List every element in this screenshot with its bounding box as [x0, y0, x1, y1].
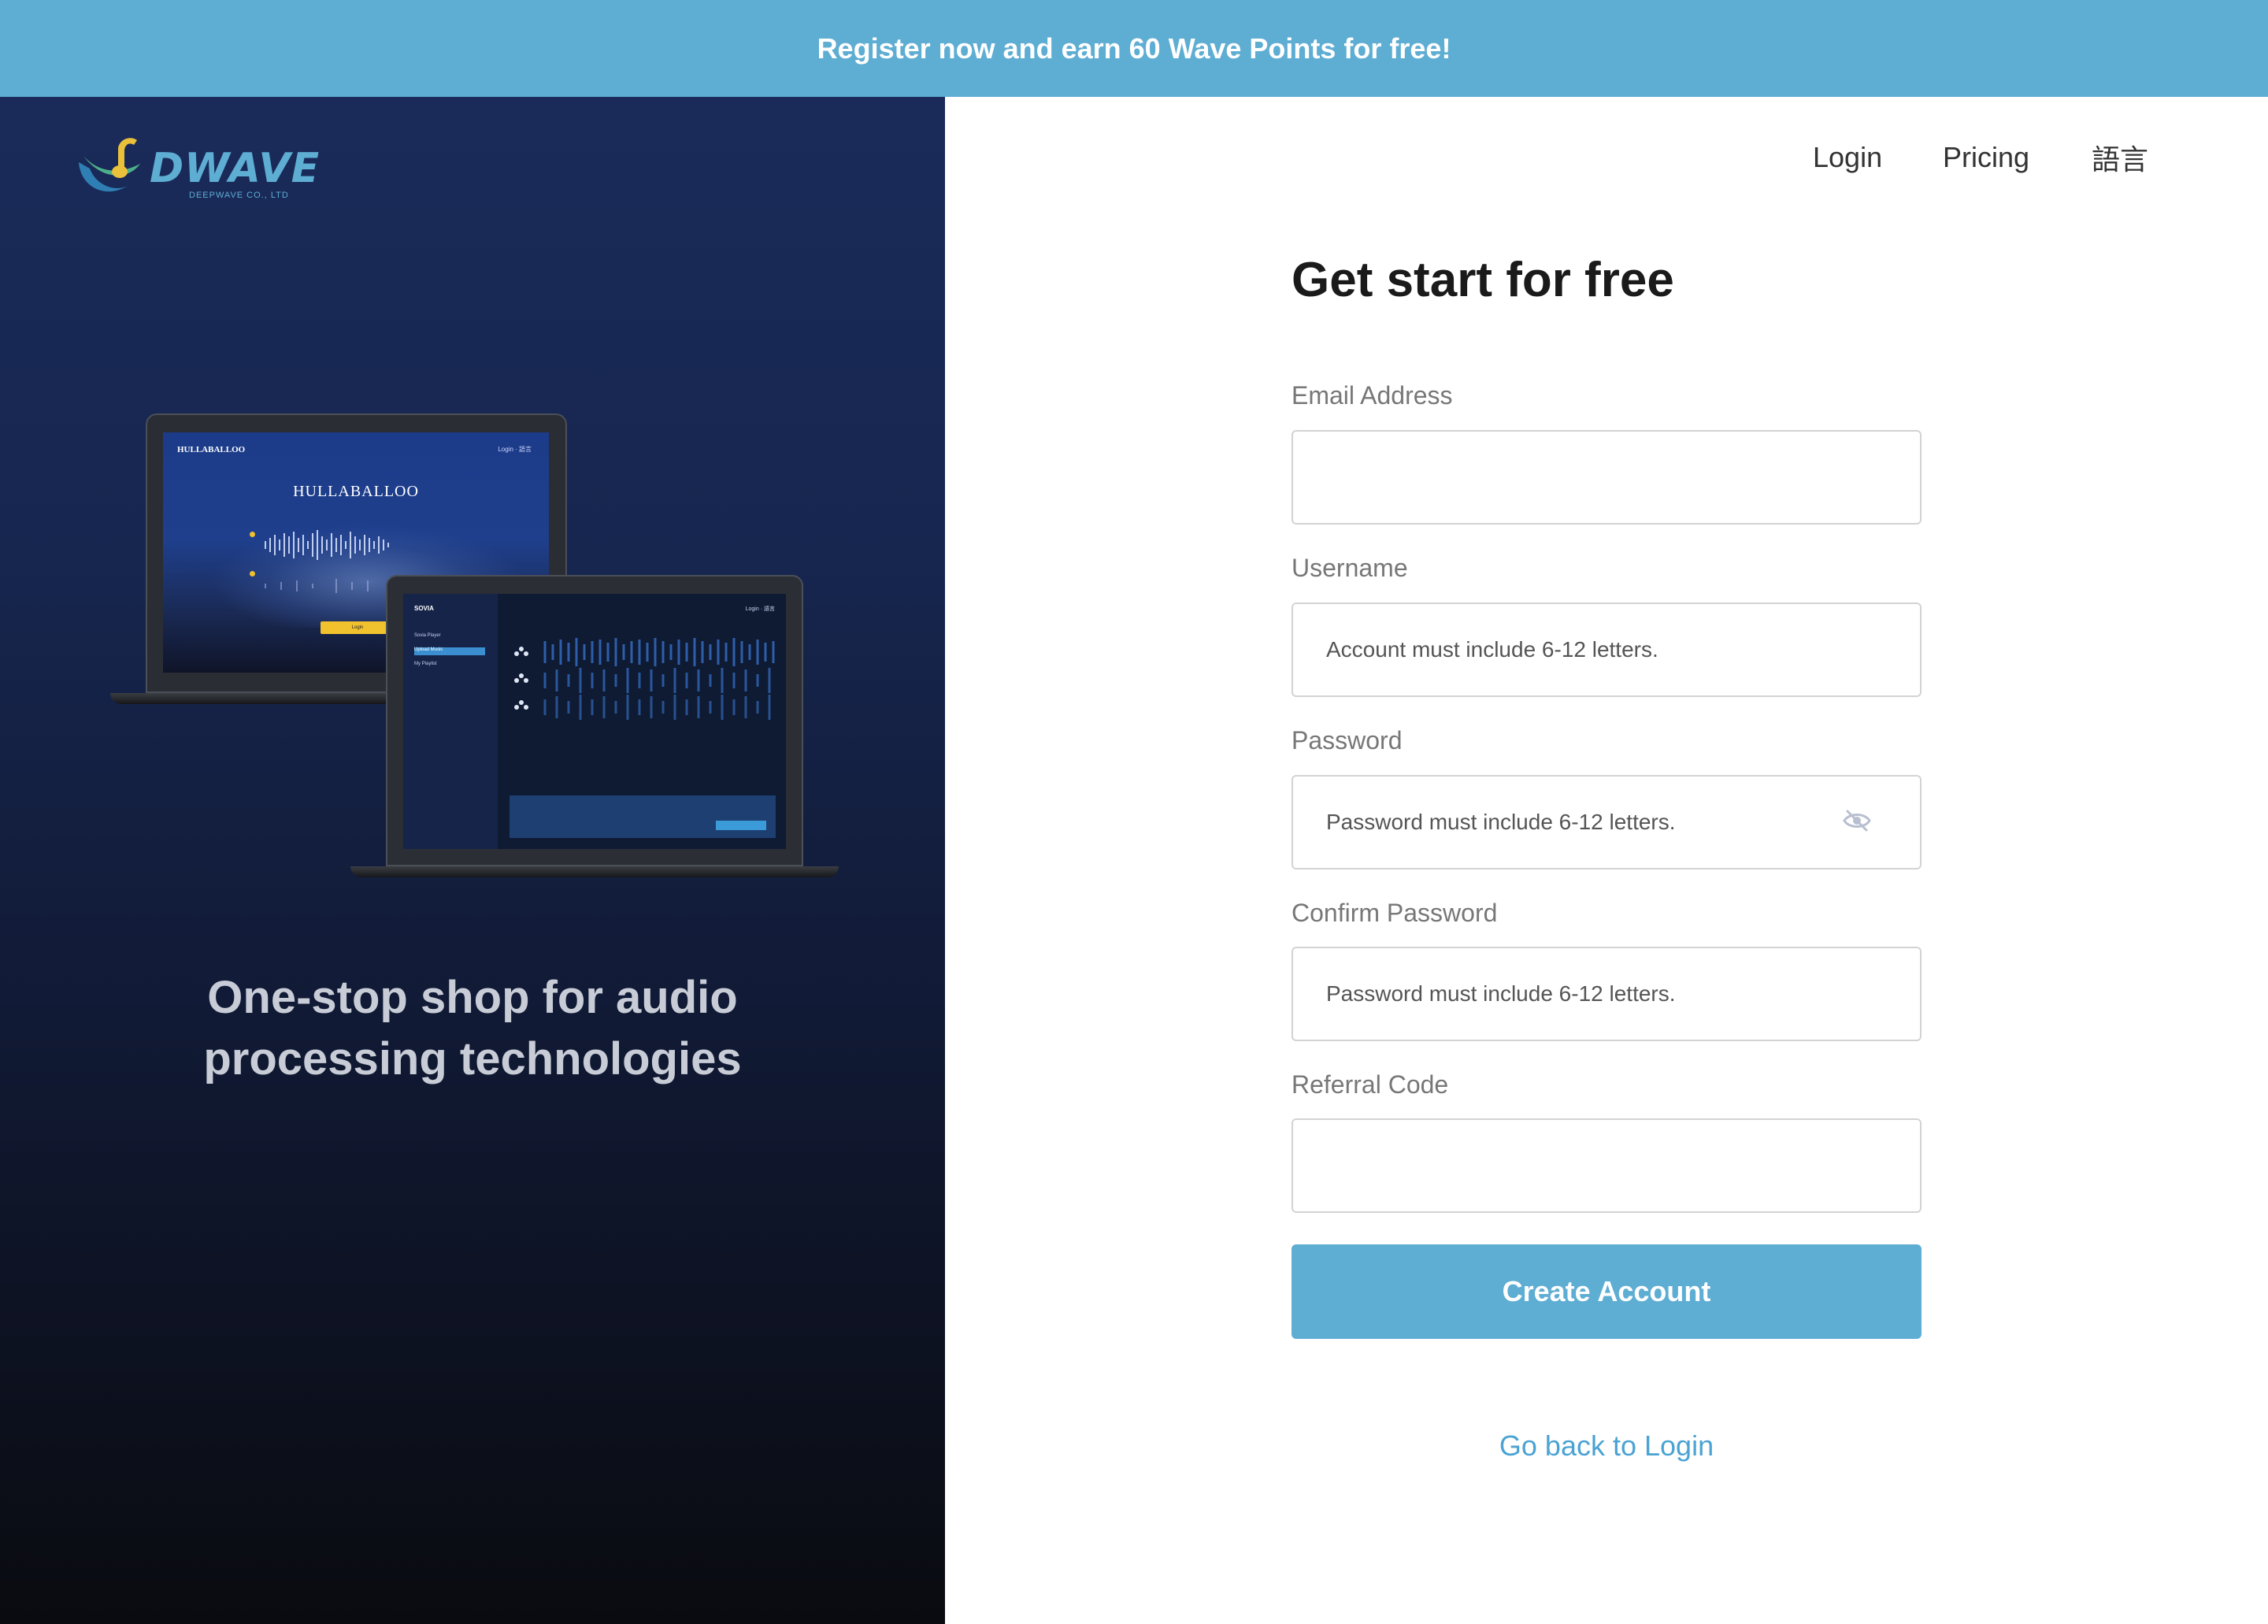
mockup-notice	[510, 795, 776, 838]
eye-off-icon[interactable]	[1841, 805, 1873, 836]
hero-tagline-line2: processing technologies	[203, 1033, 742, 1085]
username-field[interactable]	[1292, 603, 1922, 697]
promo-banner: Register now and earn 60 Wave Points for…	[0, 0, 2268, 97]
nav-login-link[interactable]: Login	[1813, 141, 1882, 174]
mockup-front-nav: Login · 語言	[745, 606, 775, 612]
hero-tagline: One-stop shop for audio processing techn…	[0, 967, 945, 1090]
mockup-nav: Login · 語言	[498, 446, 532, 453]
hero-panel: DWAVE DEEPWAVE CO., LTD HULLABALLOO Logi…	[0, 97, 945, 1624]
hero-tagline-line1: One-stop shop for audio	[207, 972, 738, 1023]
nav-pricing-link[interactable]: Pricing	[1943, 141, 2029, 174]
promo-banner-text: Register now and earn 60 Wave Points for…	[817, 32, 1451, 65]
logo-text: DWAVE	[150, 145, 321, 192]
device-mockups: HULLABALLOO Login · 語言 HULLABALLOO Login…	[110, 413, 843, 965]
mockup-login-button: Login	[321, 621, 395, 634]
email-label: Email Address	[1292, 381, 1453, 410]
nav-language-link[interactable]: 語言	[2092, 137, 2148, 178]
nav-login: Login	[1813, 130, 1882, 185]
laptop-mockup-front: SOVIA Sovia Player Upload Music My Playl…	[350, 575, 839, 877]
email-field[interactable]	[1292, 430, 1922, 525]
nav-language: 語言	[2092, 130, 2148, 185]
password-label: Password	[1292, 726, 1403, 755]
laptop-screen-front: SOVIA Sovia Player Upload Music My Playl…	[403, 594, 786, 849]
password-field[interactable]	[1292, 775, 1922, 869]
nav-pricing: Pricing	[1943, 130, 2029, 185]
mockup-title: HULLABALLOO	[293, 483, 419, 500]
logo[interactable]: DWAVE DEEPWAVE CO., LTD	[72, 131, 319, 202]
back-to-login-link[interactable]: Go back to Login	[1292, 1429, 1922, 1463]
username-label: Username	[1292, 554, 1408, 582]
referral-code-label: Referral Code	[1292, 1070, 1449, 1099]
confirm-password-label: Confirm Password	[1292, 899, 1498, 927]
logo-mark-icon	[79, 138, 140, 192]
mockup-front-brand: SOVIA	[414, 605, 434, 612]
logo-subtext: DEEPWAVE CO., LTD	[189, 191, 289, 200]
referral-code-field[interactable]	[1292, 1118, 1922, 1213]
mockup-brand: HULLABALLOO	[177, 445, 246, 454]
page-title: Get start for free	[1292, 253, 1674, 307]
create-account-button[interactable]: Create Account	[1292, 1244, 1922, 1339]
mockup-track-waveforms	[514, 638, 775, 720]
confirm-password-field[interactable]	[1292, 947, 1922, 1041]
